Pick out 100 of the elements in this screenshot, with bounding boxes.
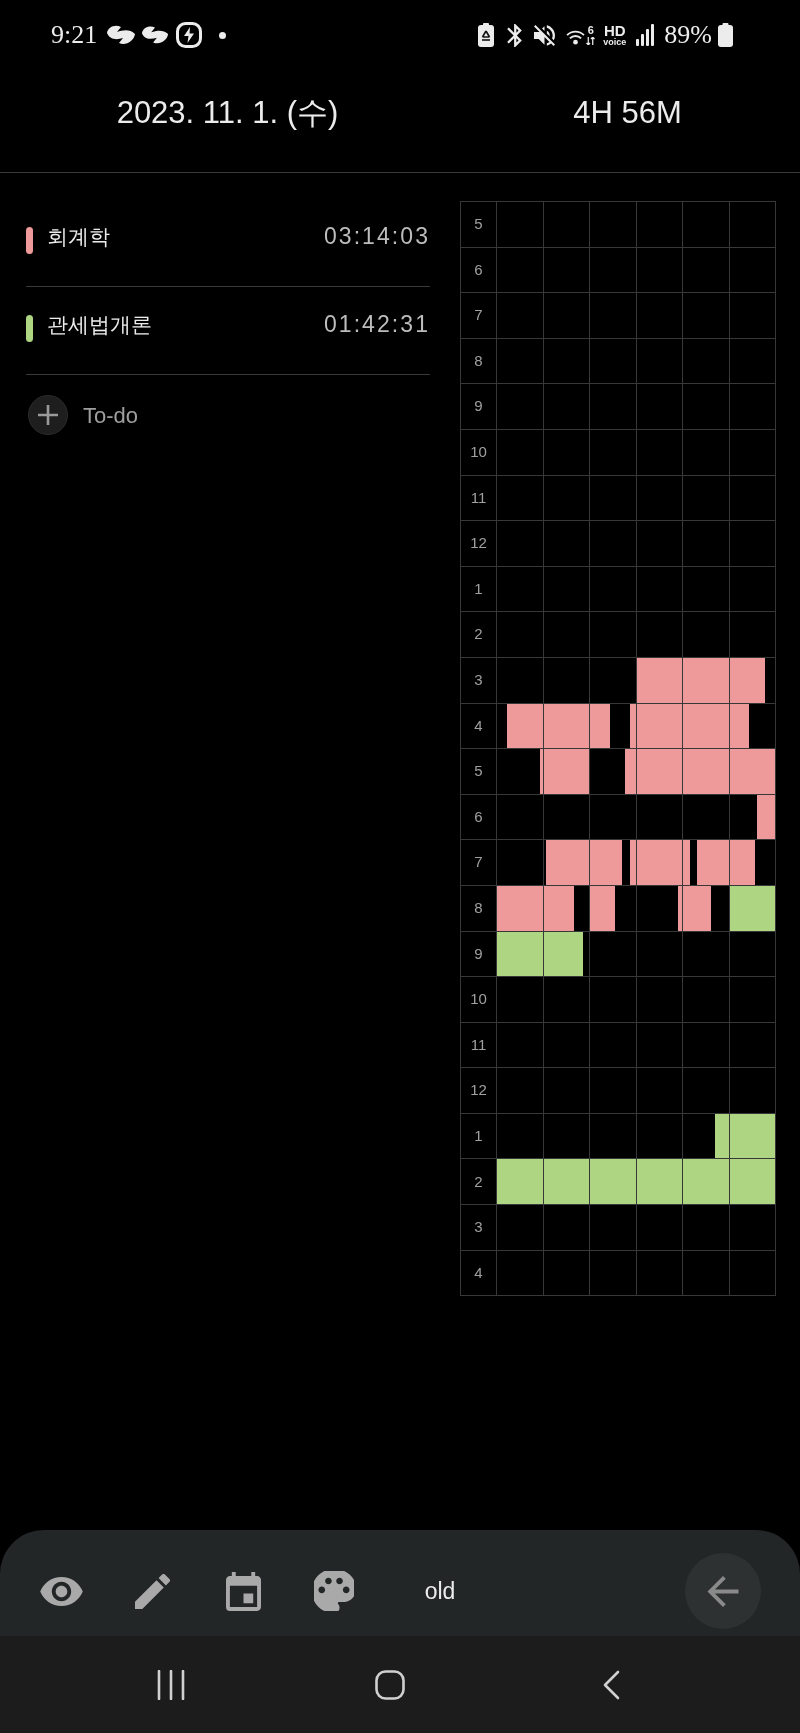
timetable-cell (729, 247, 776, 294)
hd-label: HD (604, 23, 626, 38)
hour-label: 4 (474, 1262, 483, 1283)
swirl-icon (106, 24, 137, 46)
hour-label: 9 (474, 943, 483, 964)
mute-icon (534, 24, 556, 46)
timetable-cell (543, 338, 590, 385)
timetable-cell (590, 338, 637, 385)
hour-label: 3 (474, 1217, 483, 1238)
timetable-cell (636, 566, 683, 613)
timetable-cell (543, 247, 590, 294)
hour-label: 8 (474, 897, 483, 918)
timetable-cell (636, 612, 683, 658)
timetable-cell (590, 977, 637, 1023)
timetable-cell (636, 384, 683, 430)
plus-icon (28, 395, 68, 435)
lightning-icon (176, 22, 203, 48)
timetable-cell (543, 1205, 590, 1251)
timetable-cell (683, 1250, 730, 1297)
timetable-cell (729, 475, 776, 522)
timetable-cell (543, 293, 590, 339)
date-title: 2023. 11. 1. (수) (116, 93, 339, 132)
subject-name[interactable]: 관세법개론 (47, 308, 152, 341)
timetable-cell (636, 475, 683, 522)
home-icon (375, 1669, 405, 1700)
timetable-cell (683, 384, 730, 430)
battery-percent: 89% (664, 22, 712, 48)
chevron-left-icon (602, 1669, 620, 1700)
hour-label: 9 (474, 396, 483, 417)
wifi-icon (566, 29, 586, 45)
eye-icon (39, 1576, 83, 1606)
arrow-left-icon (707, 1575, 739, 1607)
hour-label: 11 (470, 1034, 487, 1055)
timetable-cell (590, 293, 637, 339)
timetable-cell (636, 1250, 683, 1297)
timetable-cell (543, 566, 590, 613)
data-arrows-icon (586, 37, 596, 45)
timetable-cell (636, 1022, 683, 1069)
timetable-cell (590, 566, 637, 613)
timetable-cell (683, 429, 730, 476)
timetable-cell (590, 384, 637, 430)
timetable-cell (729, 1205, 776, 1251)
timetable-cell (543, 475, 590, 522)
timetable-cell (683, 566, 730, 613)
timetable-cell (636, 1205, 683, 1251)
timetable-cell (590, 247, 637, 294)
timetable-cell (729, 521, 776, 567)
timetable-cell (729, 293, 776, 339)
timetable-cell (590, 612, 637, 658)
timetable-cell (636, 338, 683, 385)
hour-label: 1 (474, 1125, 483, 1146)
timetable-cell (543, 1250, 590, 1297)
timetable-cell (683, 612, 730, 658)
timetable-cell (683, 293, 730, 339)
timetable-cell (729, 931, 776, 978)
hour-label: 3 (474, 670, 483, 690)
timetable-cell (683, 521, 730, 567)
timetable-cell (543, 429, 590, 476)
hour-label: 12 (470, 1080, 487, 1101)
timetable-cell (683, 1205, 730, 1251)
timetable-cell (636, 977, 683, 1023)
timetable-cell (543, 657, 590, 704)
calendar-icon (225, 1571, 261, 1611)
hour-label: 4 (474, 715, 483, 736)
add-todo-button[interactable]: To-do (28, 395, 139, 435)
timetable-cell (729, 429, 776, 476)
status-time: 9:21 (51, 22, 98, 48)
timetable-cell (683, 338, 730, 385)
hour-label: 10 (470, 989, 487, 1010)
timetable-cell (636, 247, 683, 294)
timetable-cell (590, 1250, 637, 1297)
timetable-cell (636, 521, 683, 567)
timetable-cell (590, 1022, 637, 1069)
hour-label: 1 (474, 578, 483, 599)
hour-label: 5 (474, 214, 483, 235)
voice-label: voice (603, 38, 627, 47)
battery-icon (478, 23, 495, 47)
hour-label: 6 (474, 259, 483, 280)
hour-label: 7 (474, 852, 483, 873)
hour-label: 10 (470, 442, 487, 462)
timetable-cell (683, 977, 730, 1023)
timetable-cell (683, 1022, 730, 1069)
timetable-cell (543, 521, 590, 567)
battery-icon (718, 23, 733, 47)
signal-icon (636, 24, 655, 46)
timetable-cell (729, 1022, 776, 1069)
wifi-generation-label: 6 (587, 25, 594, 36)
timetable-cell (636, 429, 683, 476)
toolbar-text-button[interactable]: old (402, 1561, 478, 1621)
hour-label: 11 (470, 487, 487, 508)
timetable-cell (543, 384, 590, 430)
timetable-cell (729, 384, 776, 430)
timetable-cell (590, 1205, 637, 1251)
bluetooth-icon (507, 23, 523, 47)
hour-label: 7 (474, 305, 483, 326)
subject-name[interactable]: 회계학 (47, 220, 110, 253)
timetable-cell (729, 566, 776, 613)
pencil-icon (134, 1573, 170, 1609)
timetable-cell (543, 1022, 590, 1069)
timetable-cell (636, 293, 683, 339)
